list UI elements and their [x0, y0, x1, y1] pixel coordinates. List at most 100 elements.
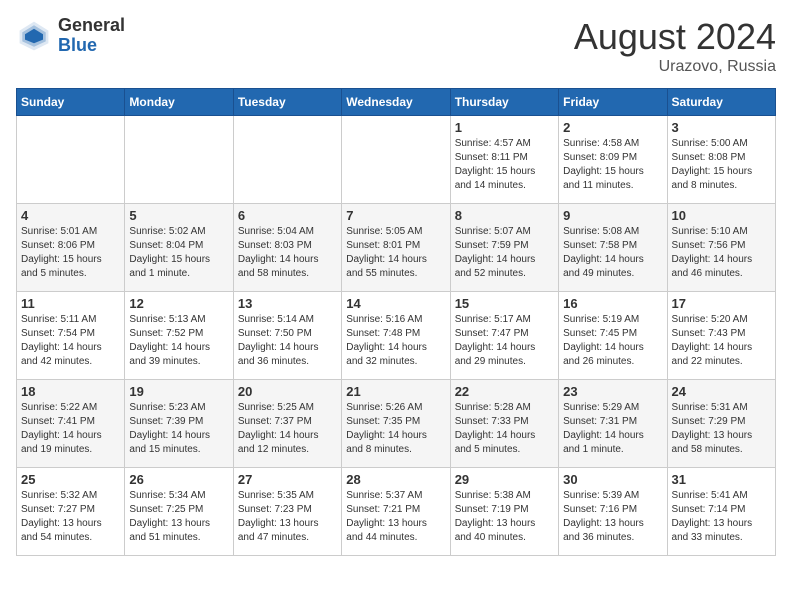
- logo-text: General Blue: [58, 16, 125, 56]
- day-number: 5: [129, 208, 228, 223]
- day-info: Sunrise: 5:25 AM Sunset: 7:37 PM Dayligh…: [238, 401, 337, 457]
- day-info: Sunrise: 5:20 AM Sunset: 7:43 PM Dayligh…: [672, 313, 771, 369]
- day-number: 6: [238, 208, 337, 223]
- calendar-cell: 16 Sunrise: 5:19 AM Sunset: 7:45 PM Dayli…: [559, 292, 667, 380]
- day-info: Sunrise: 5:32 AM Sunset: 7:27 PM Dayligh…: [21, 489, 120, 545]
- calendar-cell: 25 Sunrise: 5:32 AM Sunset: 7:27 PM Dayli…: [17, 468, 125, 556]
- weekday-header-sunday: Sunday: [17, 89, 125, 116]
- calendar-cell: [233, 116, 341, 204]
- day-info: Sunrise: 5:01 AM Sunset: 8:06 PM Dayligh…: [21, 225, 120, 281]
- calendar-cell: 10Sunrise: 5:10 AM Sunset: 7:56 PM Dayli…: [667, 204, 775, 292]
- day-number: 21: [346, 384, 445, 399]
- calendar-week-2: 4 Sunrise: 5:01 AM Sunset: 8:06 PM Daylig…: [17, 204, 776, 292]
- calendar-cell: 31 Sunrise: 5:41 AM Sunset: 7:14 PM Dayli…: [667, 468, 775, 556]
- day-info: Sunrise: 5:08 AM Sunset: 7:58 PM Dayligh…: [563, 225, 662, 281]
- day-number: 23: [563, 384, 662, 399]
- calendar-week-5: 25 Sunrise: 5:32 AM Sunset: 7:27 PM Dayli…: [17, 468, 776, 556]
- day-number: 10: [672, 208, 771, 223]
- calendar-cell: 24 Sunrise: 5:31 AM Sunset: 7:29 PM Dayli…: [667, 380, 775, 468]
- day-info: Sunrise: 5:13 AM Sunset: 7:52 PM Dayligh…: [129, 313, 228, 369]
- calendar-cell: 9 Sunrise: 5:08 AM Sunset: 7:58 PM Daylig…: [559, 204, 667, 292]
- title-block: August 2024 Urazovo, Russia: [574, 16, 776, 76]
- calendar-cell: [17, 116, 125, 204]
- calendar-cell: 29 Sunrise: 5:38 AM Sunset: 7:19 PM Dayli…: [450, 468, 558, 556]
- day-number: 25: [21, 472, 120, 487]
- day-number: 15: [455, 296, 554, 311]
- calendar-cell: 18 Sunrise: 5:22 AM Sunset: 7:41 PM Dayli…: [17, 380, 125, 468]
- day-number: 1: [455, 120, 554, 135]
- calendar-cell: [125, 116, 233, 204]
- day-number: 22: [455, 384, 554, 399]
- day-number: 31: [672, 472, 771, 487]
- day-number: 30: [563, 472, 662, 487]
- day-info: Sunrise: 5:38 AM Sunset: 7:19 PM Dayligh…: [455, 489, 554, 545]
- day-info: Sunrise: 5:17 AM Sunset: 7:47 PM Dayligh…: [455, 313, 554, 369]
- calendar-cell: 28 Sunrise: 5:37 AM Sunset: 7:21 PM Dayli…: [342, 468, 450, 556]
- weekday-header-wednesday: Wednesday: [342, 89, 450, 116]
- day-info: Sunrise: 5:16 AM Sunset: 7:48 PM Dayligh…: [346, 313, 445, 369]
- calendar-cell: 15 Sunrise: 5:17 AM Sunset: 7:47 PM Dayli…: [450, 292, 558, 380]
- calendar: SundayMondayTuesdayWednesdayThursdayFrid…: [16, 88, 776, 556]
- calendar-week-1: 1 Sunrise: 4:57 AM Sunset: 8:11 PM Daylig…: [17, 116, 776, 204]
- weekday-header-saturday: Saturday: [667, 89, 775, 116]
- day-info: Sunrise: 5:19 AM Sunset: 7:45 PM Dayligh…: [563, 313, 662, 369]
- calendar-cell: 6 Sunrise: 5:04 AM Sunset: 8:03 PM Daylig…: [233, 204, 341, 292]
- day-info: Sunrise: 5:31 AM Sunset: 7:29 PM Dayligh…: [672, 401, 771, 457]
- page-header: General Blue August 2024 Urazovo, Russia: [16, 16, 776, 76]
- day-number: 11: [21, 296, 120, 311]
- location: Urazovo, Russia: [574, 58, 776, 76]
- day-info: Sunrise: 5:23 AM Sunset: 7:39 PM Dayligh…: [129, 401, 228, 457]
- day-info: Sunrise: 5:07 AM Sunset: 7:59 PM Dayligh…: [455, 225, 554, 281]
- calendar-cell: 14 Sunrise: 5:16 AM Sunset: 7:48 PM Dayli…: [342, 292, 450, 380]
- calendar-cell: 4 Sunrise: 5:01 AM Sunset: 8:06 PM Daylig…: [17, 204, 125, 292]
- calendar-cell: 19 Sunrise: 5:23 AM Sunset: 7:39 PM Dayli…: [125, 380, 233, 468]
- day-info: Sunrise: 5:22 AM Sunset: 7:41 PM Dayligh…: [21, 401, 120, 457]
- calendar-cell: 13Sunrise: 5:14 AM Sunset: 7:50 PM Dayli…: [233, 292, 341, 380]
- calendar-week-3: 11Sunrise: 5:11 AM Sunset: 7:54 PM Dayli…: [17, 292, 776, 380]
- day-info: Sunrise: 5:02 AM Sunset: 8:04 PM Dayligh…: [129, 225, 228, 281]
- day-info: Sunrise: 5:28 AM Sunset: 7:33 PM Dayligh…: [455, 401, 554, 457]
- day-number: 26: [129, 472, 228, 487]
- calendar-cell: 8 Sunrise: 5:07 AM Sunset: 7:59 PM Daylig…: [450, 204, 558, 292]
- weekday-header-tuesday: Tuesday: [233, 89, 341, 116]
- day-number: 17: [672, 296, 771, 311]
- logo: General Blue: [16, 16, 125, 56]
- day-number: 28: [346, 472, 445, 487]
- day-info: Sunrise: 5:29 AM Sunset: 7:31 PM Dayligh…: [563, 401, 662, 457]
- calendar-cell: 7Sunrise: 5:05 AM Sunset: 8:01 PM Daylig…: [342, 204, 450, 292]
- day-number: 8: [455, 208, 554, 223]
- day-info: Sunrise: 5:37 AM Sunset: 7:21 PM Dayligh…: [346, 489, 445, 545]
- calendar-cell: 20 Sunrise: 5:25 AM Sunset: 7:37 PM Dayli…: [233, 380, 341, 468]
- day-number: 24: [672, 384, 771, 399]
- weekday-header-row: SundayMondayTuesdayWednesdayThursdayFrid…: [17, 89, 776, 116]
- day-info: Sunrise: 4:57 AM Sunset: 8:11 PM Dayligh…: [455, 137, 554, 193]
- day-number: 16: [563, 296, 662, 311]
- calendar-cell: 5 Sunrise: 5:02 AM Sunset: 8:04 PM Daylig…: [125, 204, 233, 292]
- day-number: 29: [455, 472, 554, 487]
- day-number: 13: [238, 296, 337, 311]
- day-number: 14: [346, 296, 445, 311]
- calendar-cell: 30 Sunrise: 5:39 AM Sunset: 7:16 PM Dayli…: [559, 468, 667, 556]
- day-info: Sunrise: 5:04 AM Sunset: 8:03 PM Dayligh…: [238, 225, 337, 281]
- day-info: Sunrise: 5:39 AM Sunset: 7:16 PM Dayligh…: [563, 489, 662, 545]
- calendar-cell: 3Sunrise: 5:00 AM Sunset: 8:08 PM Daylig…: [667, 116, 775, 204]
- day-number: 18: [21, 384, 120, 399]
- calendar-cell: 23 Sunrise: 5:29 AM Sunset: 7:31 PM Dayli…: [559, 380, 667, 468]
- calendar-cell: 21 Sunrise: 5:26 AM Sunset: 7:35 PM Dayli…: [342, 380, 450, 468]
- day-info: Sunrise: 5:34 AM Sunset: 7:25 PM Dayligh…: [129, 489, 228, 545]
- day-number: 9: [563, 208, 662, 223]
- day-info: Sunrise: 5:41 AM Sunset: 7:14 PM Dayligh…: [672, 489, 771, 545]
- calendar-cell: 26 Sunrise: 5:34 AM Sunset: 7:25 PM Dayli…: [125, 468, 233, 556]
- day-number: 27: [238, 472, 337, 487]
- day-number: 19: [129, 384, 228, 399]
- day-info: Sunrise: 5:35 AM Sunset: 7:23 PM Dayligh…: [238, 489, 337, 545]
- calendar-cell: 17 Sunrise: 5:20 AM Sunset: 7:43 PM Dayli…: [667, 292, 775, 380]
- day-info: Sunrise: 4:58 AM Sunset: 8:09 PM Dayligh…: [563, 137, 662, 193]
- day-number: 3: [672, 120, 771, 135]
- day-info: Sunrise: 5:26 AM Sunset: 7:35 PM Dayligh…: [346, 401, 445, 457]
- calendar-cell: 1 Sunrise: 4:57 AM Sunset: 8:11 PM Daylig…: [450, 116, 558, 204]
- day-number: 20: [238, 384, 337, 399]
- month-year: August 2024: [574, 16, 776, 58]
- day-number: 4: [21, 208, 120, 223]
- calendar-cell: [342, 116, 450, 204]
